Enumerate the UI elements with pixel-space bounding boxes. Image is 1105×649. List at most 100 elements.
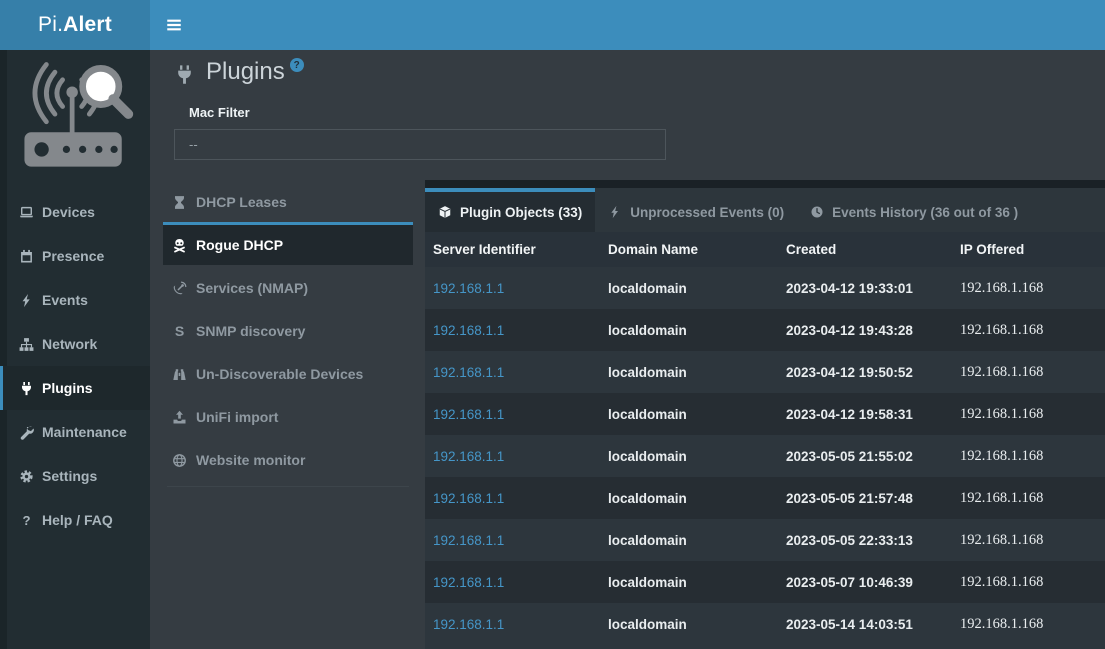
- panel-top-strip: [425, 180, 1105, 188]
- sidebar-item-help-faq[interactable]: Help / FAQ: [0, 498, 150, 542]
- cube-icon: [438, 205, 452, 219]
- sidebar-item-label: Devices: [42, 204, 95, 220]
- plugin-nav-item-dhcp-leases[interactable]: DHCP Leases: [163, 179, 413, 222]
- sidebar-item-events[interactable]: Events: [0, 278, 150, 322]
- cell-server-identifier: 192.168.1.1: [425, 309, 600, 351]
- plugin-objects-table: Server IdentifierDomain NameCreatedIP Of…: [425, 232, 1105, 645]
- brand-prefix: Pi.: [38, 13, 63, 37]
- server-identifier-link[interactable]: 192.168.1.1: [433, 281, 504, 296]
- table-row: 192.168.1.1 localdomain 2023-05-07 10:46…: [425, 561, 1105, 603]
- bars-icon: [165, 16, 183, 34]
- cell-server-identifier: 192.168.1.1: [425, 561, 600, 603]
- plugin-nav-item-services-nmap[interactable]: Services (NMAP): [163, 265, 413, 308]
- plugin-nav-item-snmp-discovery[interactable]: SNMP discovery: [163, 308, 413, 351]
- cell-created: 2023-04-12 19:58:31: [778, 393, 952, 435]
- sidebar-item-plugins[interactable]: Plugins: [0, 366, 150, 410]
- calendar-icon: [18, 249, 34, 264]
- plugin-nav-divider: [167, 486, 409, 487]
- cell-domain-name: localdomain: [600, 351, 778, 393]
- cell-created: 2023-05-05 21:57:48: [778, 477, 952, 519]
- cell-ip-offered: 192.168.1.168: [952, 267, 1105, 309]
- sidebar-item-label: Help / FAQ: [42, 512, 113, 528]
- clock-icon: [810, 205, 824, 219]
- sidebar-item-label: Presence: [42, 248, 104, 264]
- plugin-nav-item-rogue-dhcp[interactable]: Rogue DHCP: [163, 222, 413, 265]
- sidebar-item-maintenance[interactable]: Maintenance: [0, 410, 150, 454]
- server-identifier-link[interactable]: 192.168.1.1: [433, 491, 504, 506]
- table-row: 192.168.1.1 localdomain 2023-05-14 14:03…: [425, 603, 1105, 645]
- sidebar-item-label: Events: [42, 292, 88, 308]
- server-identifier-link[interactable]: 192.168.1.1: [433, 323, 504, 338]
- cell-created: 2023-05-05 22:33:13: [778, 519, 952, 561]
- cell-domain-name: localdomain: [600, 309, 778, 351]
- cell-domain-name: localdomain: [600, 435, 778, 477]
- cell-server-identifier: 192.168.1.1: [425, 351, 600, 393]
- cell-ip-offered: 192.168.1.168: [952, 561, 1105, 603]
- cell-domain-name: localdomain: [600, 519, 778, 561]
- mac-filter-label: Mac Filter: [189, 105, 250, 120]
- sidebar-item-network[interactable]: Network: [0, 322, 150, 366]
- cell-server-identifier: 192.168.1.1: [425, 477, 600, 519]
- sidebar-item-presence[interactable]: Presence: [0, 234, 150, 278]
- table-row: 192.168.1.1 localdomain 2023-05-05 22:33…: [425, 519, 1105, 561]
- bolt-icon: [18, 293, 34, 308]
- mac-filter-input[interactable]: [174, 129, 666, 160]
- column-header-ip-offered: IP Offered: [952, 232, 1105, 267]
- server-identifier-link[interactable]: 192.168.1.1: [433, 575, 504, 590]
- upload-icon: [171, 410, 188, 425]
- gear-icon: [18, 469, 34, 484]
- cell-server-identifier: 192.168.1.1: [425, 393, 600, 435]
- brand-bold: Alert: [63, 13, 112, 37]
- tab-plugin-objects-33[interactable]: Plugin Objects (33): [425, 188, 595, 232]
- cell-ip-offered: 192.168.1.168: [952, 435, 1105, 477]
- sidebar-toggle-button[interactable]: [150, 0, 198, 50]
- column-header-created: Created: [778, 232, 952, 267]
- table-row: 192.168.1.1 localdomain 2023-04-12 19:33…: [425, 267, 1105, 309]
- sidebar-item-settings[interactable]: Settings: [0, 454, 150, 498]
- tab-bar: Plugin Objects (33) Unprocessed Events (…: [425, 188, 1105, 232]
- table-header-row: Server IdentifierDomain NameCreatedIP Of…: [425, 232, 1105, 267]
- plug-icon: [18, 381, 34, 396]
- plugin-nav-item-label: Rogue DHCP: [196, 237, 283, 253]
- sidebar-item-label: Network: [42, 336, 97, 352]
- table-row: 192.168.1.1 localdomain 2023-04-12 19:43…: [425, 309, 1105, 351]
- help-badge[interactable]: ?: [290, 58, 304, 72]
- server-identifier-link[interactable]: 192.168.1.1: [433, 449, 504, 464]
- globe-icon: [171, 453, 188, 468]
- server-identifier-link[interactable]: 192.168.1.1: [433, 365, 504, 380]
- plugin-nav-item-unifi-import[interactable]: UniFi import: [163, 394, 413, 437]
- brand[interactable]: Pi.Alert: [0, 0, 150, 50]
- sidebar-item-label: Maintenance: [42, 424, 127, 440]
- tab-label: Plugin Objects (33): [460, 205, 582, 220]
- table-row: 192.168.1.1 localdomain 2023-05-05 21:57…: [425, 477, 1105, 519]
- cell-ip-offered: 192.168.1.168: [952, 309, 1105, 351]
- tab-label: Events History (36 out of 36 ): [832, 205, 1018, 220]
- cell-ip-offered: 192.168.1.168: [952, 519, 1105, 561]
- plugin-nav-item-un-discoverable-devices[interactable]: Un-Discoverable Devices: [163, 351, 413, 394]
- table-body: 192.168.1.1 localdomain 2023-04-12 19:33…: [425, 267, 1105, 645]
- plugin-nav: DHCP Leases Rogue DHCP Services (NMAP) S…: [163, 179, 413, 487]
- cell-domain-name: localdomain: [600, 477, 778, 519]
- tab-events-history-36-out-of-36[interactable]: Events History (36 out of 36 ): [797, 188, 1031, 232]
- cell-domain-name: localdomain: [600, 267, 778, 309]
- sidebar: Devices Presence Events Network Plugins …: [0, 50, 150, 649]
- cell-created: 2023-05-05 21:55:02: [778, 435, 952, 477]
- tab-unprocessed-events-0[interactable]: Unprocessed Events (0): [595, 188, 797, 232]
- plug-icon: [174, 64, 195, 85]
- cell-server-identifier: 192.168.1.1: [425, 267, 600, 309]
- server-identifier-link[interactable]: 192.168.1.1: [433, 617, 504, 632]
- sidebar-item-label: Settings: [42, 468, 97, 484]
- sidebar-item-devices[interactable]: Devices: [0, 190, 150, 234]
- column-header-domain-name: Domain Name: [600, 232, 778, 267]
- cell-created: 2023-04-12 19:50:52: [778, 351, 952, 393]
- satellite-dish-icon: [171, 281, 188, 296]
- server-identifier-link[interactable]: 192.168.1.1: [433, 533, 504, 548]
- plugin-nav-list: DHCP Leases Rogue DHCP Services (NMAP) S…: [163, 179, 413, 480]
- plugin-nav-item-website-monitor[interactable]: Website monitor: [163, 437, 413, 480]
- table-row: 192.168.1.1 localdomain 2023-05-05 21:55…: [425, 435, 1105, 477]
- cell-ip-offered: 192.168.1.168: [952, 393, 1105, 435]
- cell-domain-name: localdomain: [600, 393, 778, 435]
- page-title: Plugins: [206, 56, 285, 88]
- server-identifier-link[interactable]: 192.168.1.1: [433, 407, 504, 422]
- plugin-nav-item-label: SNMP discovery: [196, 323, 305, 339]
